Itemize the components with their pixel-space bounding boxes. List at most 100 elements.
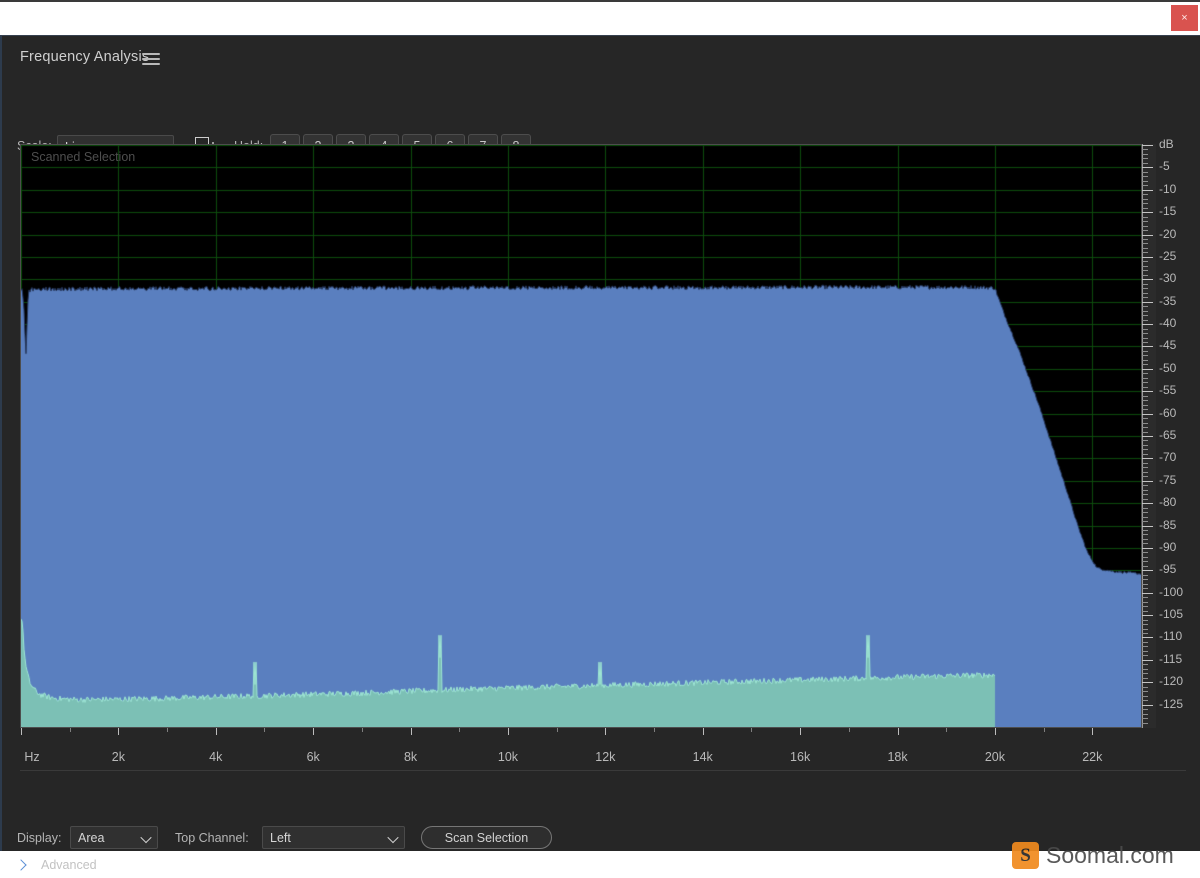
db-minor-tick (1142, 274, 1148, 276)
db-minor-tick (1142, 337, 1148, 339)
db-minor-tick (1142, 619, 1148, 621)
freq-tick-label: 12k (595, 750, 616, 764)
db-tick-label: -95 (1159, 562, 1177, 577)
freq-minor-tick (654, 728, 656, 732)
db-minor-tick (1142, 297, 1148, 299)
db-minor-tick (1142, 476, 1148, 478)
db-minor-tick (1142, 453, 1148, 455)
db-minor-tick (1142, 422, 1148, 424)
db-minor-tick (1142, 606, 1148, 608)
close-button[interactable]: × (1171, 5, 1198, 31)
db-minor-tick (1142, 695, 1148, 697)
db-minor-tick (1142, 449, 1148, 451)
freq-tick (702, 728, 704, 735)
db-minor-tick (1142, 409, 1148, 411)
db-tick (1142, 368, 1153, 370)
freq-tick (118, 728, 120, 735)
freq-tick-label: 8k (403, 750, 418, 764)
top-channel-select[interactable]: LeftRight (262, 826, 405, 849)
freq-minor-tick (848, 728, 850, 732)
db-minor-tick (1142, 153, 1148, 155)
db-tick-label: dB (1159, 137, 1174, 151)
freq-minor-tick (556, 728, 558, 732)
hamburger-menu-icon[interactable] (142, 53, 160, 66)
db-axis: dB -5 -10 -15 -20 -25 -30 -35 -40 -45 -50 -55 -60 -65… (1142, 137, 1200, 728)
freq-minor-tick (69, 728, 71, 732)
freq-tick (1092, 728, 1094, 735)
db-minor-tick (1142, 646, 1148, 648)
db-minor-tick (1142, 579, 1148, 581)
db-minor-tick (1142, 664, 1148, 666)
db-minor-tick (1142, 543, 1148, 545)
db-minor-tick (1142, 341, 1148, 343)
db-minor-tick (1142, 400, 1148, 402)
db-minor-tick (1142, 700, 1148, 702)
freq-minor-tick (167, 728, 169, 732)
db-minor-tick (1142, 404, 1148, 406)
watermark-mark: S (1020, 845, 1031, 866)
frequency-axis: Hz 2k 4k 6k 8k 10k 12k 14k 16k 18k 20k 22k (20, 728, 1142, 770)
db-tick-label: -40 (1159, 316, 1177, 331)
db-minor-tick (1142, 364, 1148, 366)
db-minor-tick (1142, 601, 1148, 603)
db-minor-tick (1142, 444, 1148, 446)
freq-tick (410, 728, 412, 735)
db-minor-tick (1142, 427, 1148, 429)
db-minor-tick (1142, 686, 1148, 688)
freq-minor-tick (946, 728, 948, 732)
db-minor-tick (1142, 467, 1148, 469)
db-minor-tick (1142, 207, 1148, 209)
db-minor-tick (1142, 333, 1148, 335)
db-tick (1142, 324, 1153, 326)
db-minor-tick (1142, 521, 1148, 523)
db-minor-tick (1142, 270, 1148, 272)
db-minor-tick (1142, 507, 1148, 509)
db-minor-tick (1142, 395, 1148, 397)
spectrum-graph[interactable]: Scanned Selection (20, 144, 1142, 728)
db-tick (1142, 503, 1153, 505)
db-tick-label: -25 (1159, 248, 1177, 263)
db-tick (1142, 413, 1153, 415)
db-tick-label: -10 (1159, 181, 1177, 196)
freq-minor-tick (1043, 728, 1045, 732)
db-tick (1142, 301, 1153, 303)
freq-minor-tick (751, 728, 753, 732)
db-minor-tick (1142, 310, 1148, 312)
freq-tick (313, 728, 315, 735)
db-minor-tick (1142, 373, 1148, 375)
db-minor-tick (1142, 288, 1148, 290)
db-tick (1142, 189, 1153, 191)
db-minor-tick (1142, 650, 1148, 652)
db-tick (1142, 480, 1153, 482)
db-minor-tick (1142, 440, 1148, 442)
top-channel-select-wrapper: LeftRight (262, 826, 405, 849)
db-tick (1142, 145, 1153, 146)
db-tick (1142, 458, 1153, 460)
db-minor-tick (1142, 239, 1148, 240)
db-minor-tick (1142, 462, 1148, 464)
db-minor-tick (1142, 283, 1148, 285)
db-tick-label: -100 (1159, 584, 1184, 599)
db-tick-label: -120 (1159, 674, 1184, 689)
db-tick (1142, 525, 1153, 527)
db-minor-tick (1142, 561, 1148, 563)
soomal-logo-icon: S (1012, 842, 1039, 869)
db-tick-label: -80 (1159, 495, 1177, 510)
db-minor-tick (1142, 292, 1148, 294)
freq-tick-label: 16k (790, 750, 811, 764)
db-minor-tick (1142, 382, 1148, 384)
db-tick-label: -30 (1159, 271, 1177, 286)
db-minor-tick (1142, 655, 1148, 657)
display-select[interactable]: AreaLinesBars (70, 826, 158, 849)
spectrum-canvas (21, 145, 1141, 727)
freq-tick-label: 2k (111, 750, 125, 764)
db-minor-tick (1142, 512, 1148, 514)
advanced-label: Advanced (41, 858, 97, 872)
panel-titlebar: Frequency Analysis (2, 36, 1200, 78)
display-select-wrapper: AreaLinesBars (70, 826, 158, 849)
db-minor-tick (1142, 489, 1148, 491)
db-minor-tick (1142, 221, 1148, 223)
frequency-analysis-panel: Frequency Analysis Scale: LinearLogarith… (0, 35, 1200, 872)
scan-selection-button[interactable]: Scan Selection (421, 826, 552, 849)
db-tick (1142, 234, 1153, 236)
